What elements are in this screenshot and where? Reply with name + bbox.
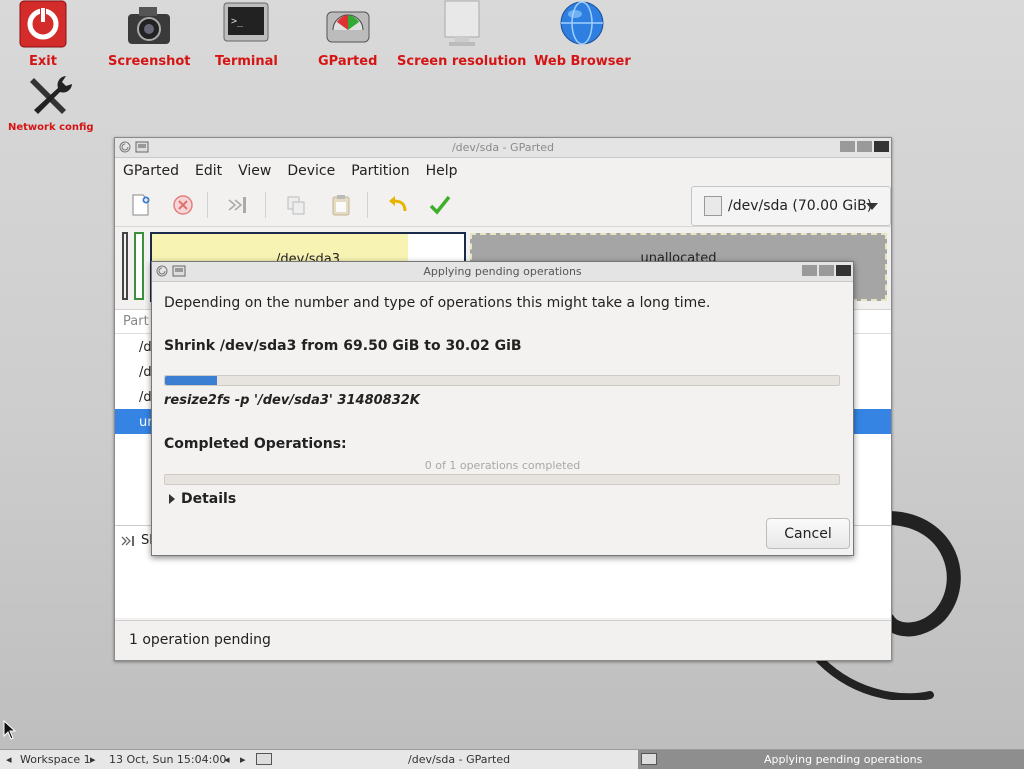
minimize-button[interactable] bbox=[840, 141, 855, 152]
maximize-button[interactable] bbox=[819, 265, 834, 276]
menu-edit[interactable]: Edit bbox=[195, 163, 222, 179]
task-applying-label: Applying pending operations bbox=[764, 753, 923, 766]
desktop-icon-exit[interactable]: Exit bbox=[18, 0, 68, 69]
desktop-icon-screen-resolution[interactable]: Screen resolution bbox=[397, 0, 526, 69]
menu-help[interactable]: Help bbox=[426, 163, 458, 179]
status-text: 1 operation pending bbox=[129, 631, 271, 648]
task-prev-arrow-icon[interactable]: ◂ bbox=[224, 753, 230, 766]
desktop-icon-label: Web Browser bbox=[534, 54, 631, 69]
close-button[interactable] bbox=[836, 265, 851, 276]
partition-visual-sda1[interactable] bbox=[122, 232, 128, 300]
operation-progress-bar bbox=[164, 375, 840, 386]
chevron-down-icon bbox=[866, 203, 878, 210]
toolbar: /dev/sda (70.00 GiB) bbox=[115, 184, 891, 227]
details-expander[interactable]: Details bbox=[169, 491, 236, 507]
cancel-button[interactable]: Cancel bbox=[766, 518, 850, 549]
terminal-icon: >_ bbox=[223, 2, 269, 42]
menu-bar: GParted Edit View Device Partition Help bbox=[115, 158, 891, 184]
power-icon bbox=[19, 0, 67, 48]
window-titlebar[interactable]: /dev/sda - GParted bbox=[115, 138, 891, 158]
menu-device[interactable]: Device bbox=[287, 163, 335, 179]
desktop-icon-label: Terminal bbox=[215, 54, 278, 69]
completed-progress-bar bbox=[164, 474, 840, 485]
paste-icon[interactable] bbox=[328, 192, 354, 218]
desktop-icon-label: GParted bbox=[318, 54, 378, 69]
resize-icon bbox=[121, 535, 134, 546]
apply-icon[interactable] bbox=[427, 192, 453, 218]
window-icon bbox=[256, 752, 272, 765]
camera-icon bbox=[128, 7, 171, 44]
gparted-icon bbox=[326, 11, 370, 43]
copy-icon[interactable] bbox=[283, 192, 309, 218]
completed-operations-label: Completed Operations: bbox=[164, 436, 347, 452]
dialog-title: Applying pending operations bbox=[423, 265, 582, 278]
desktop-icon-web-browser[interactable]: Web Browser bbox=[534, 0, 631, 69]
tools-icon bbox=[29, 76, 72, 114]
resize-icon[interactable] bbox=[225, 192, 251, 218]
clock: 13 Oct, Sun 15:04:00 bbox=[109, 753, 227, 766]
disk-icon bbox=[704, 196, 722, 216]
current-operation: Shrink /dev/sda3 from 69.50 GiB to 30.02… bbox=[164, 338, 522, 354]
minimize-button[interactable] bbox=[802, 265, 817, 276]
delete-icon[interactable] bbox=[170, 192, 196, 218]
globe-icon bbox=[560, 1, 604, 45]
device-selector[interactable]: /dev/sda (70.00 GiB) bbox=[691, 186, 891, 226]
dialog-message: Depending on the number and type of oper… bbox=[164, 295, 711, 311]
status-bar: 1 operation pending bbox=[115, 620, 891, 658]
desktop-icon-label: Exit bbox=[29, 54, 57, 69]
window-icon bbox=[641, 752, 657, 765]
current-command: resize2fs -p '/dev/sda3' 31480832K bbox=[164, 393, 420, 408]
desktop-icon-network-config[interactable]: Network config bbox=[8, 72, 94, 133]
close-button[interactable] bbox=[874, 141, 889, 152]
expander-arrow-icon bbox=[169, 494, 175, 504]
menu-partition[interactable]: Partition bbox=[351, 163, 409, 179]
workspace-label[interactable]: Workspace 1 bbox=[20, 753, 91, 766]
mouse-cursor-icon bbox=[3, 720, 17, 740]
menu-view[interactable]: View bbox=[238, 163, 271, 179]
undo-icon[interactable] bbox=[385, 192, 411, 218]
workspace-next-arrow-icon[interactable]: ▸ bbox=[90, 753, 96, 766]
details-label: Details bbox=[181, 491, 237, 507]
svg-text:>_: >_ bbox=[231, 16, 244, 27]
monitor-icon bbox=[444, 0, 480, 46]
device-label: /dev/sda (70.00 GiB) bbox=[728, 198, 873, 214]
desktop-icon-label: Network config bbox=[8, 122, 94, 133]
completed-operations-count: 0 of 1 operations completed bbox=[424, 459, 581, 472]
task-applying-active[interactable]: Applying pending operations bbox=[638, 750, 1024, 769]
task-next-arrow-icon[interactable]: ▸ bbox=[240, 753, 246, 766]
applying-operations-dialog: Applying pending operations Depending on… bbox=[151, 261, 854, 556]
maximize-button[interactable] bbox=[857, 141, 872, 152]
dialog-titlebar[interactable]: Applying pending operations bbox=[152, 262, 853, 282]
task-gparted[interactable]: /dev/sda - GParted bbox=[408, 753, 510, 766]
desktop-icon-screenshot[interactable]: Screenshot bbox=[108, 0, 191, 69]
window-title: /dev/sda - GParted bbox=[451, 141, 555, 154]
menu-gparted[interactable]: GParted bbox=[123, 163, 179, 179]
new-icon[interactable] bbox=[127, 192, 153, 218]
desktop-icon-terminal[interactable]: >_ Terminal bbox=[215, 0, 278, 69]
workspace-prev-arrow-icon[interactable]: ◂ bbox=[6, 753, 12, 766]
desktop-icon-label: Screenshot bbox=[108, 54, 191, 69]
desktop-icon-gparted[interactable]: GParted bbox=[318, 0, 377, 69]
taskbar: ◂ Workspace 1 ▸ 13 Oct, Sun 15:04:00 ◂ ▸… bbox=[0, 749, 1024, 769]
desktop-icon-label: Screen resolution bbox=[397, 54, 527, 69]
partition-visual-sda2[interactable] bbox=[134, 232, 144, 300]
